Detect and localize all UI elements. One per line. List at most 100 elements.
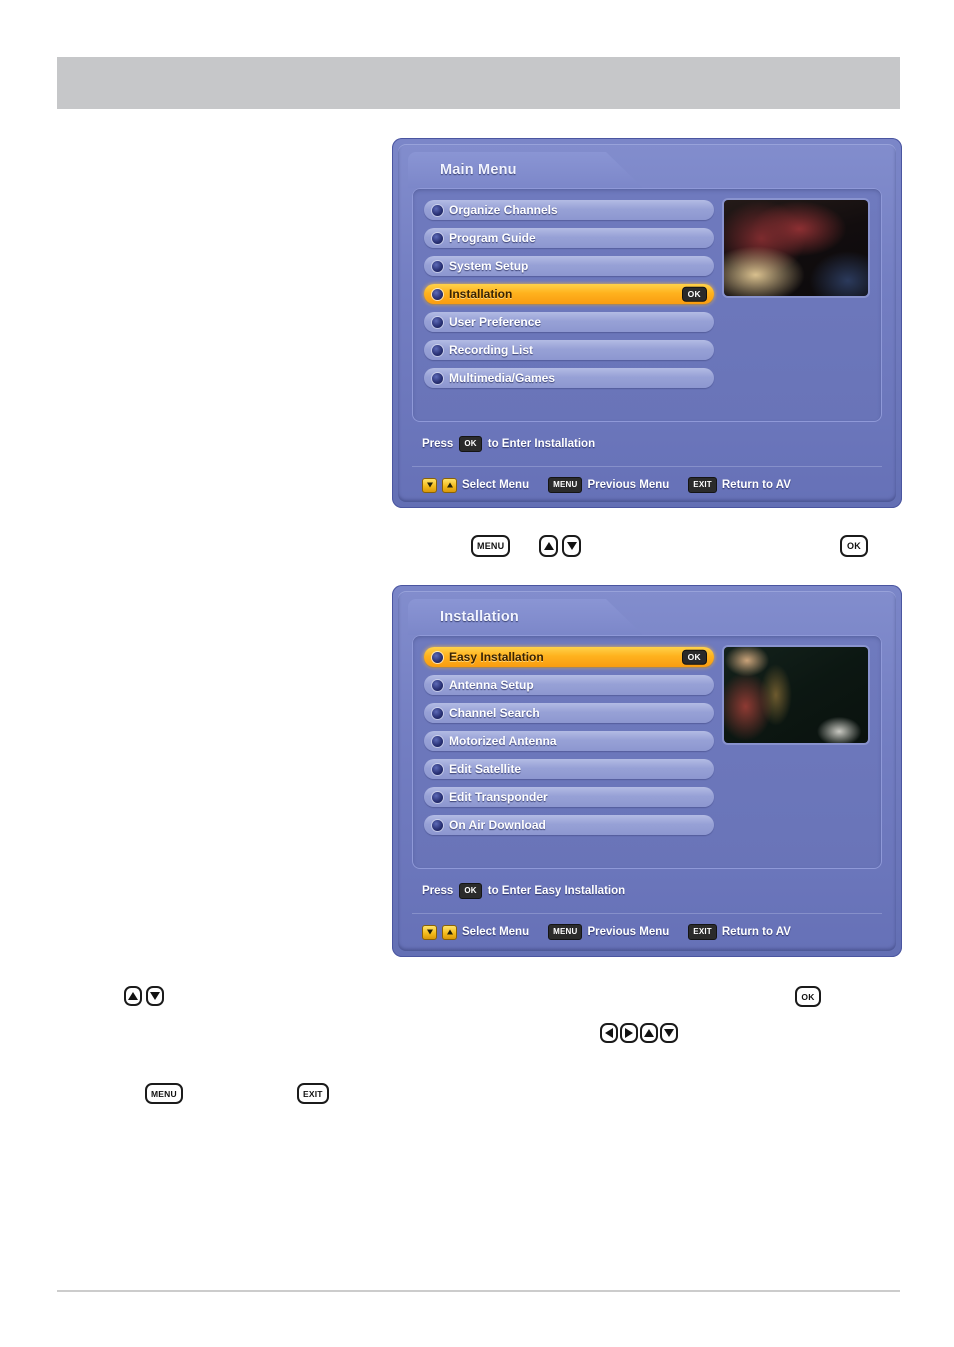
menu-item-user-preference[interactable]: User Preference [424,312,714,332]
osd-title-bar: Installation [408,599,643,635]
bullet-icon [432,735,443,747]
exit-key-icon: EXIT [688,924,717,940]
menu-item-edit-satellite[interactable]: Edit Satellite [424,759,714,779]
arrow-down-icon [422,477,437,493]
menu-item-on-air-download[interactable]: On Air Download [424,815,714,835]
hint-action-label: to Enter Installation [487,438,596,450]
menu-item-label: User Preference [449,315,542,329]
menu-item-multimedia-games[interactable]: Multimedia/Games [424,368,714,388]
osd-separator [412,466,882,467]
osd-installation-dialog: Installation Easy Installation OK Antenn… [392,585,902,957]
keyrow-ok-key-2: OK [795,986,821,1007]
menu-item-program-guide[interactable]: Program Guide [424,228,714,248]
menu-item-label: Installation [449,287,513,301]
osd-separator [412,913,882,914]
menu-key-icon: MENU [548,924,583,940]
keyrow-ok-key: OK [840,535,868,557]
arrow-down-button-icon[interactable] [146,986,164,1006]
menu-item-label: Program Guide [449,231,536,245]
ok-key-icon: OK [459,883,482,899]
bullet-icon [432,819,443,831]
keyrow-dpad-keys [600,1023,678,1043]
bullet-icon [432,707,443,719]
bullet-icon [432,372,443,384]
osd-main-menu-dialog: Main Menu Organize Channels Program Guid… [392,138,902,508]
ok-button-icon[interactable]: OK [840,535,868,557]
bullet-icon [432,679,443,691]
status-previous-label: Previous Menu [587,479,670,491]
status-exit-label: Return to AV [721,926,791,938]
menu-button-icon[interactable]: MENU [471,535,511,557]
arrow-up-button-icon[interactable] [640,1023,658,1043]
menu-key-icon: MENU [548,477,583,493]
menu-item-organize-channels[interactable]: Organize Channels [424,200,714,220]
osd-hint-row: Press OK to Enter Installation [422,436,595,452]
arrow-up-button-icon[interactable] [124,986,142,1006]
osd-title-bar: Main Menu [408,152,643,188]
osd-status-row: Select Menu MENU Previous Menu EXIT Retu… [422,477,791,493]
ok-badge-icon: OK [681,649,707,665]
osd-menu-list: Organize Channels Program Guide System S… [424,200,714,396]
bullet-icon [432,260,443,272]
status-exit-label: Return to AV [721,479,791,491]
hint-press-label: Press [422,885,454,897]
menu-item-label: Antenna Setup [449,678,534,692]
bullet-icon [432,288,443,300]
menu-item-label: Motorized Antenna [449,734,557,748]
keyrow-updown-keys [539,535,581,557]
arrow-up-button-icon[interactable] [539,535,558,557]
menu-item-label: System Setup [449,259,529,273]
menu-item-system-setup[interactable]: System Setup [424,256,714,276]
arrow-down-icon [422,924,437,940]
menu-item-label: Organize Channels [449,203,558,217]
menu-item-label: On Air Download [449,818,546,832]
keyrow-menu-key: MENU [471,535,511,557]
keyrow-menu-key-2: MENU [145,1083,183,1104]
menu-item-label: Channel Search [449,706,540,720]
ok-button-icon[interactable]: OK [795,986,821,1007]
bullet-icon [432,763,443,775]
ok-key-icon: OK [459,436,482,452]
menu-item-motorized-antenna[interactable]: Motorized Antenna [424,731,714,751]
menu-item-label: Multimedia/Games [449,371,556,385]
bullet-icon [432,204,443,216]
menu-item-label: Edit Transponder [449,790,548,804]
menu-item-recording-list[interactable]: Recording List [424,340,714,360]
keyrow-exit-key: EXIT [297,1083,329,1104]
page-header-bar [57,57,900,109]
arrow-left-button-icon[interactable] [600,1023,618,1043]
arrow-down-button-icon[interactable] [660,1023,678,1043]
arrow-down-button-icon[interactable] [562,535,581,557]
arrow-up-icon [442,924,457,940]
menu-item-installation[interactable]: Installation OK [424,284,714,304]
ok-badge-icon: OK [681,286,707,302]
menu-item-label: Edit Satellite [449,762,522,776]
menu-button-icon[interactable]: MENU [145,1083,183,1104]
hint-action-label: to Enter Easy Installation [487,885,626,897]
page-footer-rule [57,1290,900,1292]
menu-item-easy-installation[interactable]: Easy Installation OK [424,647,714,667]
osd-inner-frame: Main Menu Organize Channels Program Guid… [398,144,896,502]
video-preview-thumbnail [724,647,868,743]
osd-title-text: Main Menu [440,162,517,178]
status-previous-label: Previous Menu [587,926,670,938]
osd-inner-frame: Installation Easy Installation OK Antenn… [398,591,896,951]
status-select-label: Select Menu [462,926,530,938]
menu-item-edit-transponder[interactable]: Edit Transponder [424,787,714,807]
keyrow-updown-keys-2 [124,986,164,1006]
osd-menu-list: Easy Installation OK Antenna Setup Chann… [424,647,714,843]
osd-status-row: Select Menu MENU Previous Menu EXIT Retu… [422,924,791,940]
arrow-right-button-icon[interactable] [620,1023,638,1043]
arrow-up-icon [442,477,457,493]
video-preview-thumbnail [724,200,868,296]
bullet-icon [432,232,443,244]
osd-menu-panel: Easy Installation OK Antenna Setup Chann… [412,635,882,869]
bullet-icon [432,316,443,328]
bullet-icon [432,651,443,663]
exit-button-icon[interactable]: EXIT [297,1083,329,1104]
menu-item-antenna-setup[interactable]: Antenna Setup [424,675,714,695]
menu-item-label: Easy Installation [449,650,544,664]
status-select-label: Select Menu [462,479,530,491]
menu-item-channel-search[interactable]: Channel Search [424,703,714,723]
bullet-icon [432,344,443,356]
